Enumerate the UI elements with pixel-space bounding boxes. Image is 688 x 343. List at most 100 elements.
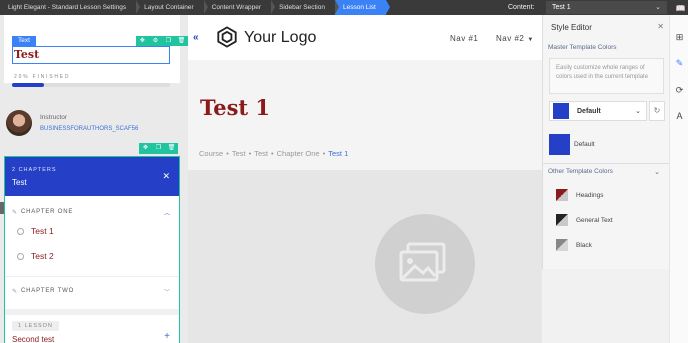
chapter-row-one[interactable]: ✎ CHAPTER ONE ︿ (5, 203, 179, 221)
lesson-status-radio (17, 252, 24, 260)
master-colors-heading: Master Template Colors (548, 44, 617, 51)
editable-text-field[interactable]: Test (12, 46, 170, 64)
master-colors-description: Easily customize whole ranges of colors … (549, 58, 664, 94)
breadcrumb-link[interactable]: Chapter One (277, 149, 320, 158)
course-sidebar: Text ✥ ⚙ ❐ 🗑 Test 20% FINISHED Instructo… (0, 15, 188, 343)
general-text-color-swatch (556, 214, 568, 226)
chapters-header: 2 CHAPTERS Test ✕ (5, 157, 179, 196)
delete-icon[interactable]: 🗑 (165, 143, 178, 154)
template-color-select[interactable]: Default ⌄ (549, 101, 647, 121)
duplicate-icon[interactable]: ❐ (152, 143, 165, 154)
breadcrumb-current: Test 1 (328, 149, 349, 158)
nav-link-2-label: Nav #2 (496, 34, 525, 43)
progress-bar (12, 83, 170, 87)
nav-link-1[interactable]: Nav #1 (450, 34, 478, 43)
chevron-down-icon: ▼ (527, 37, 534, 43)
selected-color-swatch (553, 103, 569, 119)
chevron-down-icon[interactable]: ﹀ (164, 287, 170, 296)
image-placeholder-circle (375, 214, 475, 314)
breadcrumb-item[interactable]: Content Wrapper (204, 0, 276, 15)
book-icon[interactable]: 📖 (674, 2, 687, 15)
content-select-value: Test 1 (552, 4, 571, 11)
template-color-select-value: Default (577, 107, 601, 115)
delete-icon[interactable]: 🗑 (175, 36, 188, 46)
lesson-title: Test 1 (31, 226, 54, 236)
move-icon[interactable]: ✥ (139, 143, 152, 154)
color-label: Headings (576, 191, 604, 199)
content-select[interactable]: Test 1 ⌄ (546, 1, 667, 14)
lesson-content-area: « Your Logo Nav #1 Nav #2 ▼ Test 1 Course… (188, 15, 542, 343)
sync-icon[interactable]: ⟳ (673, 84, 686, 97)
lesson-status-radio (17, 227, 24, 235)
chapter-title: CHAPTER TWO (21, 288, 75, 294)
refresh-icon[interactable]: ↻ (649, 101, 665, 121)
sidebar-resize-handle[interactable] (0, 202, 4, 214)
progress-label: 20% FINISHED (14, 74, 71, 80)
chevron-down-icon: ⌄ (635, 108, 641, 115)
lesson-section: 1 LESSON Second test + (5, 309, 179, 343)
duplicate-icon[interactable]: ❐ (162, 36, 175, 46)
close-icon[interactable]: ✕ (657, 22, 664, 31)
text-element-toolbar: Text ✥ ⚙ ❐ 🗑 (12, 36, 188, 46)
breadcrumb-separator: • (322, 149, 326, 158)
breadcrumb-separator: • (248, 149, 252, 158)
default-color-swatch[interactable] (549, 134, 570, 155)
black-color-swatch (556, 239, 568, 251)
section-title[interactable]: Second test (12, 335, 54, 343)
instructor-label: Instructor (40, 114, 68, 121)
typography-icon[interactable]: A (673, 110, 686, 123)
breadcrumb-item[interactable]: Sidebar Section (271, 0, 339, 15)
breadcrumb-link[interactable]: Test (254, 149, 268, 158)
content-label: Content: (508, 4, 535, 11)
settings-icon[interactable]: ⚙ (149, 36, 162, 46)
divider (5, 276, 179, 277)
add-element-icon[interactable]: ⊞ (673, 31, 686, 44)
lesson-title: Test 2 (31, 251, 54, 261)
lesson-list-tool-buttons: ✥ ❐ 🗑 (139, 143, 178, 154)
instructor-name-link[interactable]: BUSINESSFORAUTHORS_SCAF56 (40, 126, 138, 132)
plus-icon[interactable]: + (164, 331, 170, 342)
breadcrumb-item[interactable]: Layout Container (136, 0, 208, 15)
divider (543, 163, 670, 164)
builder-right-toolbar: ⊞ ✎ ⟳ A (669, 15, 688, 343)
page-title: Test 1 (200, 95, 271, 120)
style-editor-title: Style Editor (551, 23, 592, 32)
style-editor-panel: Style Editor ✕ Master Template Colors Ea… (542, 15, 670, 269)
breadcrumb-item-active[interactable]: Lesson List (334, 0, 390, 15)
logo-text[interactable]: Your Logo (244, 29, 316, 47)
lesson-item[interactable]: Test 1 (17, 226, 54, 236)
breadcrumb-link[interactable]: Test (232, 149, 246, 158)
logo-hexagon-icon (217, 26, 237, 48)
lesson-count-badge: 1 LESSON (12, 321, 59, 331)
color-row-general-text[interactable]: General Text (556, 214, 613, 226)
chapters-count: 2 CHAPTERS (12, 167, 57, 173)
course-title: Test (12, 178, 27, 187)
breadcrumb-link[interactable]: Course (199, 149, 223, 158)
lesson-breadcrumb: Course • Test • Test • Chapter One • Test 1 (199, 149, 348, 158)
lesson-media-placeholder[interactable] (188, 170, 542, 343)
close-icon[interactable]: ✕ (162, 171, 170, 182)
element-type-tag[interactable]: Text (12, 36, 36, 46)
lesson-item[interactable]: Test 2 (17, 251, 54, 261)
breadcrumb-item[interactable]: Light Elegant - Standard Lesson Settings (0, 0, 141, 15)
chevron-down-icon: ⌄ (655, 4, 661, 11)
move-icon[interactable]: ✥ (136, 36, 149, 46)
chapter-title: CHAPTER ONE (21, 209, 74, 215)
color-row-headings[interactable]: Headings (556, 189, 603, 201)
chevron-up-icon[interactable]: ︿ (164, 208, 170, 217)
breadcrumb-separator: • (271, 149, 274, 158)
headings-color-swatch (556, 189, 568, 201)
color-row-black[interactable]: Black (556, 239, 592, 251)
chapter-row-two[interactable]: ✎ CHAPTER TWO ﹀ (5, 282, 179, 300)
color-label: Black (576, 241, 592, 249)
chevron-down-icon[interactable]: ⌄ (654, 168, 660, 176)
paintbrush-icon[interactable]: ✎ (673, 57, 686, 70)
lesson-hero: Test 1 Course • Test • Test • Chapter One • Test… (188, 60, 542, 170)
instructor-avatar (6, 110, 32, 136)
progress-bar-fill (12, 83, 44, 87)
nav-link-2[interactable]: Nav #2 ▼ (496, 34, 534, 43)
color-label: General Text (576, 216, 613, 224)
default-color-label: Default (574, 141, 595, 148)
collapse-sidebar-icon[interactable]: « (193, 32, 199, 43)
element-tool-buttons: ✥ ⚙ ❐ 🗑 (135, 36, 188, 46)
